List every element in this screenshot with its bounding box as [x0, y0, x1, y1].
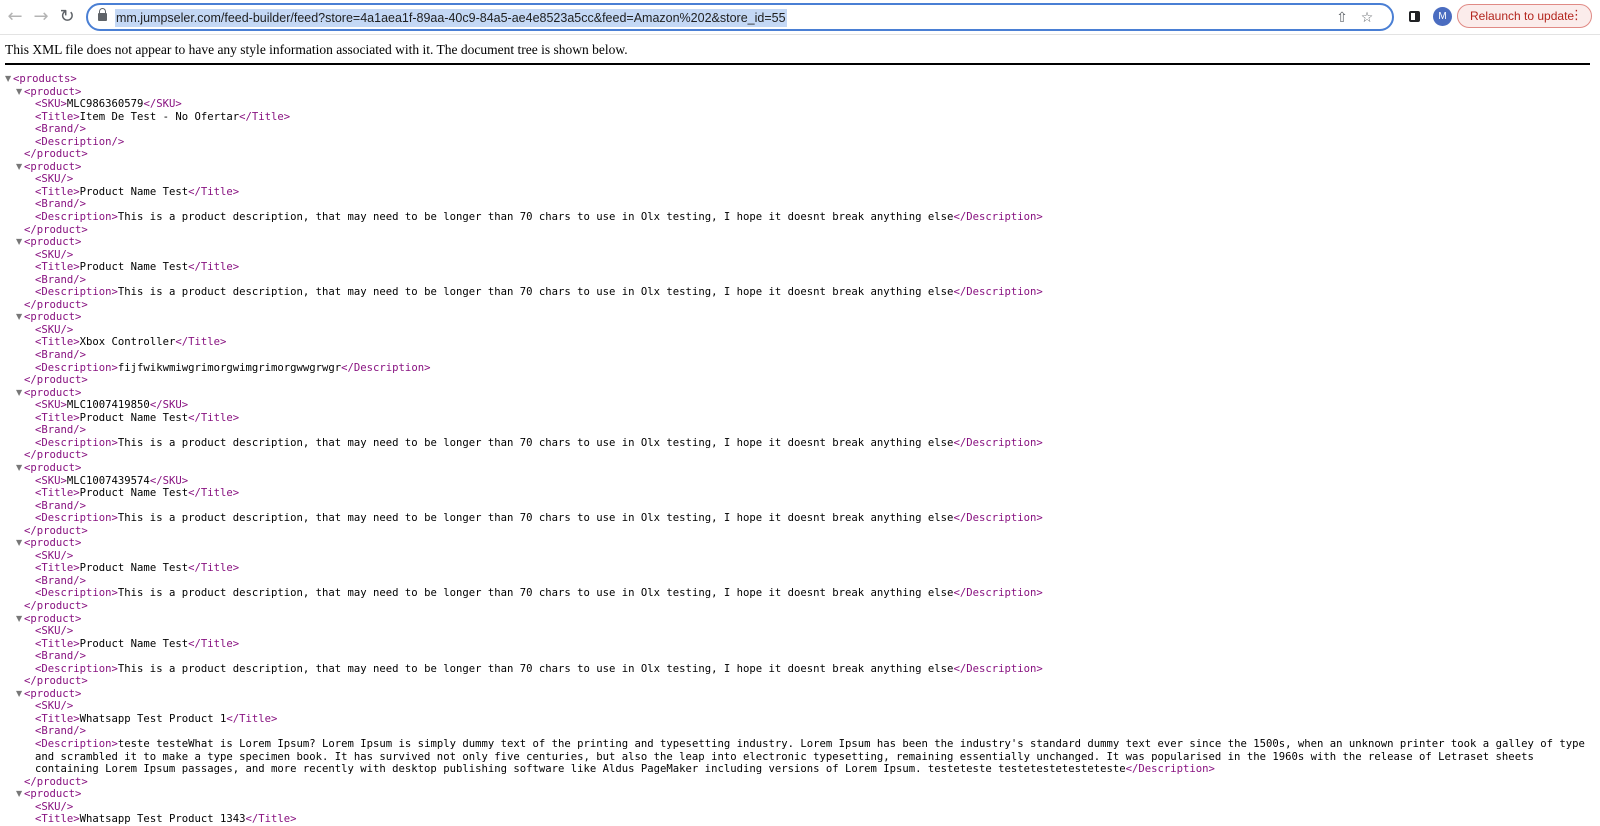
product-list: ▼ <product> <SKU>MLC986360579</SKU> <Title>…: [5, 86, 1595, 826]
product-title-line: <Title>Product Name Test</Title>: [35, 637, 240, 650]
product-description-line: <Description>teste testeWhat is Lorem Ip…: [35, 737, 1585, 776]
product-open-tag: <product>: [24, 160, 82, 173]
product-description-line: <Description>This is a product descripti…: [35, 286, 1043, 299]
product-description-line: <Description>This is a product descripti…: [35, 587, 1043, 600]
product-open-line: ▼ <product>: [5, 613, 1595, 626]
kebab-menu-icon[interactable]: ⋮: [1570, 5, 1583, 27]
product-description-line: <Description>This is a product descripti…: [35, 211, 1043, 224]
product-open-tag: <product>: [24, 788, 82, 801]
product-brand-line: <Brand/>: [35, 349, 87, 362]
product-open-line: ▼ <product>: [5, 688, 1595, 701]
xml-style-notice: This XML file does not appear to have an…: [5, 41, 1590, 65]
product-sku-line: <SKU/>: [35, 800, 74, 813]
xml-document-tree: ▼ <products> ▼ <product> <SKU>MLC986360579<…: [5, 73, 1595, 826]
product-sku-line: <SKU>MLC1007439574</SKU>: [35, 474, 189, 487]
product-sku-line: <SKU/>: [35, 173, 74, 186]
product-open-tag: <product>: [24, 461, 82, 474]
product-brand-line: <Brand/>: [35, 424, 87, 437]
product-open-line: ▼ <product>: [5, 462, 1595, 475]
product-sku-line: <SKU/>: [35, 549, 74, 562]
product-brand-line: <Brand/>: [35, 725, 87, 738]
relaunch-to-update-button[interactable]: Relaunch to update ⋮: [1457, 4, 1592, 28]
forward-icon[interactable]: →: [29, 5, 53, 29]
collapse-triangle-icon[interactable]: ▼: [16, 387, 24, 400]
product-sku-line: <SKU>MLC986360579</SKU>: [35, 98, 182, 111]
product-open-line: ▼ <product>: [5, 387, 1595, 400]
product-open-tag: <product>: [24, 85, 82, 98]
profile-avatar[interactable]: M: [1433, 7, 1452, 26]
product-sku-line: <SKU/>: [35, 248, 74, 261]
collapse-triangle-icon[interactable]: ▼: [16, 311, 24, 324]
product-close-line: </product>: [24, 675, 88, 688]
product-brand-line: <Brand/>: [35, 273, 87, 286]
product-open-line: ▼ <product>: [5, 788, 1595, 801]
product-title-line: <Title>Whatsapp Test Product 1343</Title…: [35, 813, 297, 826]
product-title-line: <Title>Xbox Controller</Title>: [35, 336, 227, 349]
product-close-line: </product>: [24, 449, 88, 462]
product-title-line: <Title>Product Name Test</Title>: [35, 411, 240, 424]
collapse-triangle-icon[interactable]: ▼: [16, 688, 24, 701]
product-title-line: <Title>Product Name Test</Title>: [35, 185, 240, 198]
side-panel-icon[interactable]: [1409, 11, 1420, 22]
collapse-triangle-icon[interactable]: ▼: [16, 613, 24, 626]
product-brand-line: <Brand/>: [35, 499, 87, 512]
lock-icon[interactable]: [98, 8, 107, 21]
product-open-tag: <product>: [24, 386, 82, 399]
product-open-line: ▼ <product>: [5, 86, 1595, 99]
address-bar[interactable]: mm.jumpseler.com/feed-builder/feed?store…: [86, 3, 1394, 31]
collapse-triangle-icon[interactable]: ▼: [16, 236, 24, 249]
product-sku-line: <SKU/>: [35, 700, 74, 713]
product-brand-line: <Brand/>: [35, 123, 87, 136]
product-open-line: ▼ <product>: [5, 311, 1595, 324]
collapse-triangle-icon[interactable]: ▼: [16, 462, 24, 475]
collapse-triangle-icon[interactable]: ▼: [5, 73, 13, 86]
product-open-tag: <product>: [24, 612, 82, 625]
product-title-line: <Title>Whatsapp Test Product 1</Title>: [35, 712, 278, 725]
product-open-line: ▼ <product>: [5, 236, 1595, 249]
product-sku-line: <SKU/>: [35, 323, 74, 336]
product-title-line: <Title>Item De Test - No Ofertar</Title>: [35, 110, 291, 123]
product-close-line: </product>: [24, 775, 88, 788]
product-open-tag: <product>: [24, 236, 82, 249]
product-brand-line: <Brand/>: [35, 650, 87, 663]
product-description-line: <Description/>: [35, 135, 125, 148]
share-icon[interactable]: ⇧: [1332, 8, 1352, 28]
bookmark-star-icon[interactable]: ☆: [1357, 8, 1377, 28]
reload-icon[interactable]: ↻: [55, 5, 79, 29]
url-text[interactable]: mm.jumpseler.com/feed-builder/feed?store…: [115, 9, 787, 27]
product-close-line: </product>: [24, 148, 88, 161]
product-close-line: </product>: [24, 223, 88, 236]
collapse-triangle-icon[interactable]: ▼: [16, 86, 24, 99]
product-close-line: </product>: [24, 374, 88, 387]
product-open-tag: <product>: [24, 687, 82, 700]
product-title-line: <Title>Product Name Test</Title>: [35, 261, 240, 274]
browser-toolbar: ← → ↻ mm.jumpseler.com/feed-builder/feed…: [0, 0, 1600, 35]
product-brand-line: <Brand/>: [35, 198, 87, 211]
product-title-line: <Title>Product Name Test</Title>: [35, 562, 240, 575]
product-sku-line: <SKU/>: [35, 625, 74, 638]
products-open-line: ▼ <products>: [5, 73, 1595, 86]
product-open-tag: <product>: [24, 311, 82, 324]
product-title-line: <Title>Product Name Test</Title>: [35, 487, 240, 500]
product-brand-line: <Brand/>: [35, 574, 87, 587]
product-description-line: <Description>This is a product descripti…: [35, 436, 1043, 449]
collapse-triangle-icon[interactable]: ▼: [16, 161, 24, 174]
product-description-line: <Description>This is a product descripti…: [35, 512, 1043, 525]
relaunch-label: Relaunch to update: [1470, 9, 1575, 23]
product-sku-line: <SKU>MLC1007419850</SKU>: [35, 399, 189, 412]
back-icon[interactable]: ←: [3, 5, 27, 29]
product-open-tag: <product>: [24, 537, 82, 550]
product-description-line: <Description>fijfwikwmiwgrimorgwimgrimor…: [35, 361, 431, 374]
product-open-line: ▼ <product>: [5, 537, 1595, 550]
product-close-line: </product>: [24, 298, 88, 311]
product-open-line: ▼ <product>: [5, 161, 1595, 174]
product-description-line: <Description>This is a product descripti…: [35, 662, 1043, 675]
collapse-triangle-icon[interactable]: ▼: [16, 537, 24, 550]
product-close-line: </product>: [24, 599, 88, 612]
collapse-triangle-icon[interactable]: ▼: [16, 788, 24, 801]
products-open-tag: <products>: [13, 73, 77, 85]
product-close-line: </product>: [24, 524, 88, 537]
